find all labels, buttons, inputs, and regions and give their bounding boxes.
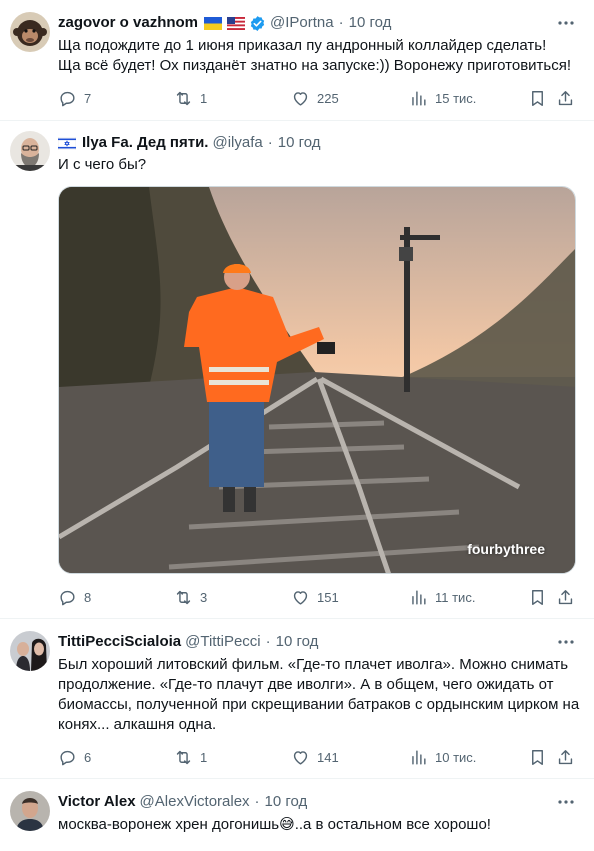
bookmark-button[interactable]: [527, 587, 547, 607]
view-count: 10 тис.: [435, 749, 477, 765]
reply-count: 8: [84, 589, 92, 605]
heart-icon: [291, 748, 310, 767]
more-dots-icon[interactable]: [556, 792, 576, 812]
like-button[interactable]: 151: [291, 587, 339, 607]
tweet-text: Ща подождите до 1 июня приказал пу андро…: [58, 37, 572, 74]
more-dots-icon[interactable]: [556, 13, 576, 33]
views-chart-icon: [409, 588, 428, 607]
timestamp[interactable]: 10 год: [265, 792, 308, 812]
like-button[interactable]: 141: [291, 747, 339, 767]
reply-icon: [58, 89, 77, 108]
share-icon: [556, 588, 575, 607]
share-icon: [556, 748, 575, 767]
like-count: 151: [317, 589, 339, 605]
views-button[interactable]: 10 тис.: [409, 747, 476, 767]
tweet[interactable]: zagovor o vazhnom @IPortna · 10 год Ща п…: [0, 0, 594, 121]
retweet-button[interactable]: 3: [174, 587, 207, 607]
retweet-count: 1: [200, 749, 208, 765]
reply-button[interactable]: 7: [58, 88, 91, 108]
author-name[interactable]: zagovor o vazhnom: [58, 13, 198, 33]
chimpanzee-avatar-image: [10, 12, 50, 52]
couple-avatar-image: [10, 631, 50, 671]
reply-icon: [58, 748, 77, 767]
action-bar: 7 1 225 15 тис.: [58, 88, 580, 108]
retweet-button[interactable]: 1: [174, 88, 207, 108]
tweet-header: Victor Alex @AlexVictoralex · 10 год: [58, 792, 554, 812]
views-button[interactable]: 15 тис.: [409, 88, 476, 108]
author-handle[interactable]: @IPortna: [270, 13, 334, 33]
retweet-icon: [174, 748, 193, 767]
railway-worker-photo: [59, 187, 575, 573]
action-bar: 6 1 141 10 тис.: [58, 747, 580, 767]
usa-flag-icon: [227, 16, 246, 30]
author-name[interactable]: Victor Alex: [58, 792, 136, 812]
avatar[interactable]: [10, 791, 50, 831]
retweet-button[interactable]: 1: [174, 747, 207, 767]
author-name[interactable]: Ilya Fa. Дед пяти.: [82, 133, 208, 153]
views-chart-icon: [409, 89, 428, 108]
reply-button[interactable]: 6: [58, 747, 91, 767]
avatar[interactable]: [10, 631, 50, 671]
author-name[interactable]: TittiPecciScialoia: [58, 632, 181, 652]
tweet[interactable]: Ilya Fa. Дед пяти. @ilyafa · 10 год И с …: [0, 121, 594, 619]
like-count: 141: [317, 749, 339, 765]
man-avatar-image: [10, 791, 50, 831]
verified-badge-icon: [250, 15, 265, 31]
ukraine-flag-icon: [204, 16, 223, 30]
more-dots-icon[interactable]: [556, 632, 576, 652]
author-handle[interactable]: @TittiPecci: [185, 632, 261, 652]
reply-button[interactable]: 8: [58, 587, 91, 607]
tweet-header: zagovor o vazhnom @IPortna · 10 год: [58, 13, 554, 33]
like-count: 225: [317, 90, 339, 106]
israel-flag-icon: [58, 136, 76, 150]
author-handle[interactable]: @AlexVictoralex: [140, 792, 250, 812]
share-button[interactable]: [555, 587, 575, 607]
timestamp[interactable]: 10 год: [278, 133, 321, 153]
bookmark-button[interactable]: [527, 88, 547, 108]
separator-dot: ·: [267, 134, 273, 151]
share-button[interactable]: [555, 747, 575, 767]
action-bar: 8 3 151 11 тис.: [58, 587, 580, 607]
view-count: 11 тис.: [435, 589, 476, 605]
timestamp[interactable]: 10 год: [276, 632, 319, 652]
tweet[interactable]: TittiPecciScialoia @TittiPecci · 10 год …: [0, 619, 594, 779]
reply-icon: [58, 588, 77, 607]
avatar[interactable]: [10, 12, 50, 52]
separator-dot: ·: [338, 14, 344, 31]
timestamp[interactable]: 10 год: [349, 13, 392, 33]
views-chart-icon: [409, 748, 428, 767]
tweet-text: Был хороший литовский фильм. «Где-то пла…: [58, 656, 580, 733]
retweet-count: 3: [200, 589, 208, 605]
retweet-icon: [174, 89, 193, 108]
separator-dot: ·: [265, 633, 271, 650]
avatar[interactable]: [10, 131, 50, 171]
retweet-count: 1: [200, 90, 208, 106]
reply-count: 7: [84, 90, 92, 106]
bookmark-icon: [528, 588, 547, 607]
tweet[interactable]: Victor Alex @AlexVictoralex · 10 год мос…: [0, 779, 594, 851]
heart-icon: [291, 588, 310, 607]
tweet-header: TittiPecciScialoia @TittiPecci · 10 год: [58, 632, 554, 652]
bookmark-icon: [528, 748, 547, 767]
view-count: 15 тис.: [435, 90, 477, 106]
media-watermark: fourbythree: [467, 541, 545, 557]
tweet-header: Ilya Fa. Дед пяти. @ilyafa · 10 год: [58, 133, 554, 153]
tweet-text: москва-воронеж хрен догонишь😅..а в остал…: [58, 816, 491, 833]
tweet-media-photo[interactable]: fourbythree: [58, 186, 576, 574]
bookmark-button[interactable]: [527, 747, 547, 767]
tweet-text: И с чего бы?: [58, 156, 147, 173]
bearded-man-avatar-image: [10, 131, 50, 171]
share-icon: [556, 89, 575, 108]
retweet-icon: [174, 588, 193, 607]
heart-icon: [291, 89, 310, 108]
views-button[interactable]: 11 тис.: [409, 587, 475, 607]
author-handle[interactable]: @ilyafa: [212, 133, 262, 153]
bookmark-icon: [528, 89, 547, 108]
separator-dot: ·: [254, 793, 260, 810]
share-button[interactable]: [555, 88, 575, 108]
reply-count: 6: [84, 749, 92, 765]
like-button[interactable]: 225: [291, 88, 339, 108]
